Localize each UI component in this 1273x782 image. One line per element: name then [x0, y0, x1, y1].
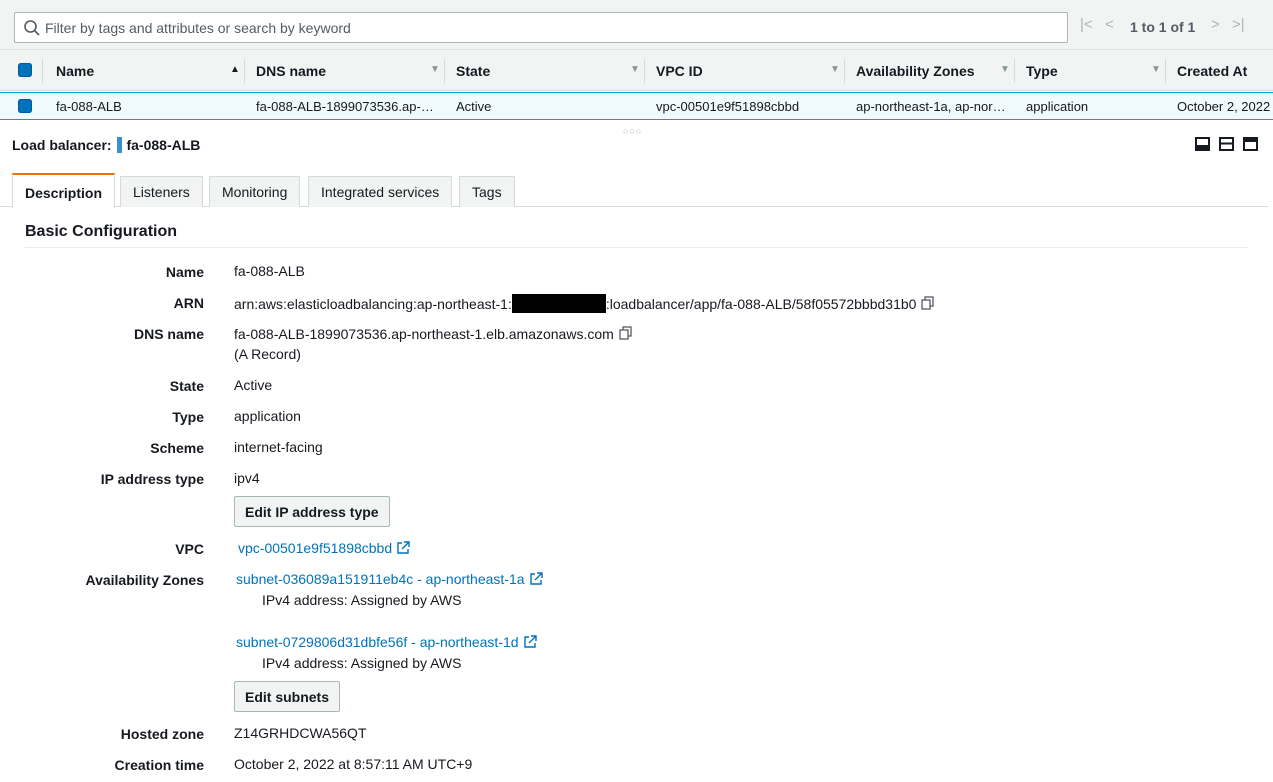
redacted-account-id	[511, 294, 606, 313]
label-hosted-zone: Hosted zone	[120, 726, 204, 742]
section-title: Basic Configuration	[25, 223, 178, 240]
layout-split-icon[interactable]	[1219, 137, 1234, 151]
sort-caret-icon[interactable]: ▼	[630, 64, 640, 75]
edit-subnets-button[interactable]: Edit subnets	[234, 681, 341, 712]
sort-caret-icon[interactable]: ▼	[430, 64, 440, 75]
column-divider	[444, 59, 445, 83]
tab-listeners[interactable]: Listeners	[120, 176, 203, 207]
sort-caret-icon[interactable]: ▼	[830, 64, 840, 75]
tab-monitoring[interactable]: Monitoring	[209, 176, 301, 207]
layout-top-icon[interactable]	[1243, 137, 1258, 151]
column-header-azs[interactable]: Availability Zones	[856, 63, 975, 79]
subnet-1-ip: IPv4 address: Assigned by AWS	[262, 592, 462, 608]
column-header-type[interactable]: Type	[1026, 63, 1058, 79]
label-dns: DNS name	[133, 326, 204, 342]
value-ip-type: ipv4	[234, 470, 260, 486]
layout-bottom-icon[interactable]	[1195, 137, 1210, 151]
value-dns: fa-088-ALB-1899073536.ap-northeast-1.elb…	[234, 325, 634, 342]
tab-tags[interactable]: Tags	[459, 176, 515, 207]
column-divider	[244, 59, 245, 83]
column-header-dns[interactable]: DNS name	[256, 63, 326, 79]
column-divider	[844, 59, 845, 83]
column-header-vpc[interactable]: VPC ID	[656, 63, 703, 79]
detail-tabs: Description Listeners Monitoring Integra…	[0, 172, 1268, 208]
cell-vpc: vpc-00501e9f51898cbbd	[656, 99, 800, 114]
sort-ascending-icon[interactable]: ▲	[230, 64, 240, 75]
edit-ip-address-type-button[interactable]: Edit IP address type	[234, 496, 390, 527]
detail-heading: Load balancer: fa-088-ALB	[12, 137, 200, 153]
label-name: Name	[165, 264, 204, 280]
value-type: application	[234, 408, 301, 424]
load-balancer-marker-icon	[117, 137, 123, 153]
detail-heading-name: fa-088-ALB	[126, 137, 201, 153]
label-scheme: Scheme	[150, 440, 204, 456]
cell-state: Active	[456, 99, 492, 114]
pagination-text: 1 to 1 of 1	[1130, 19, 1196, 35]
label-creation-time: Creation time	[114, 757, 204, 773]
value-subnet-2: subnet-0729806d31dbfe56f - ap-northeast-…	[236, 634, 537, 650]
column-divider	[42, 59, 43, 83]
cell-created: October 2, 2022	[1177, 99, 1271, 114]
value-subnet-1: subnet-036089a151911eb4c - ap-northeast-…	[236, 571, 543, 587]
sort-caret-icon[interactable]: ▼	[1000, 64, 1010, 75]
column-header-name[interactable]: Name	[56, 63, 94, 79]
dns-record-note: (A Record)	[234, 346, 301, 362]
column-header-state[interactable]: State	[456, 63, 490, 79]
subnet-1-link[interactable]: subnet-036089a151911eb4c - ap-northeast-…	[236, 571, 525, 587]
column-divider	[644, 59, 645, 83]
cell-dns: fa-088-ALB-1899073536.ap-…	[256, 99, 434, 114]
first-page-icon[interactable]: |<	[1080, 16, 1093, 38]
table-row[interactable]: fa-088-ALB fa-088-ALB-1899073536.ap-… Ac…	[0, 92, 1273, 120]
resize-handle[interactable]: ○○○	[623, 126, 642, 136]
value-creation-time: October 2, 2022 at 8:57:11 AM UTC+9	[234, 756, 473, 772]
prev-page-icon[interactable]: <	[1105, 16, 1114, 38]
filter-bar: |< < 1 to 1 of 1 > >|	[0, 0, 1273, 50]
value-name: fa-088-ALB	[234, 263, 305, 279]
value-arn: arn:aws:elasticloadbalancing:ap-northeas…	[234, 294, 936, 313]
copy-icon[interactable]	[618, 325, 634, 341]
label-arn: ARN	[173, 295, 204, 311]
cell-name: fa-088-ALB	[56, 99, 122, 114]
label-azs: Availability Zones	[85, 572, 204, 588]
column-header-created[interactable]: Created At	[1177, 63, 1247, 79]
tab-description[interactable]: Description	[12, 173, 116, 208]
column-divider	[1165, 59, 1166, 83]
label-type: Type	[172, 409, 204, 425]
cell-type: application	[1026, 99, 1089, 114]
table-header: Name ▲ DNS name ▼ State ▼ VPC ID ▼ Avail…	[0, 50, 1273, 91]
last-page-icon[interactable]: >|	[1232, 16, 1245, 38]
search-box[interactable]	[14, 12, 1068, 43]
value-state: Active	[234, 377, 273, 393]
value-vpc: vpc-00501e9f51898cbbd	[238, 540, 410, 556]
dns-name-text: fa-088-ALB-1899073536.ap-northeast-1.elb…	[234, 326, 614, 342]
arn-prefix: arn:aws:elasticloadbalancing:ap-northeas…	[234, 296, 512, 312]
external-link-icon[interactable]	[396, 541, 410, 555]
filter-input[interactable]	[45, 17, 1055, 39]
copy-icon[interactable]	[920, 295, 936, 311]
sort-caret-icon[interactable]: ▼	[1151, 64, 1161, 75]
select-all-checkbox[interactable]	[18, 63, 32, 77]
label-vpc: VPC	[175, 541, 204, 557]
column-divider	[1014, 59, 1015, 83]
arn-suffix: :loadbalancer/app/fa-088-ALB/58f05572bbb…	[605, 296, 917, 312]
tab-integrated-services[interactable]: Integrated services	[308, 176, 453, 207]
value-scheme: internet-facing	[234, 439, 323, 455]
detail-heading-label: Load balancer:	[12, 137, 112, 153]
external-link-icon[interactable]	[523, 635, 537, 649]
subnet-2-link[interactable]: subnet-0729806d31dbfe56f - ap-northeast-…	[236, 634, 519, 650]
label-ip-type: IP address type	[100, 471, 204, 487]
cell-azs: ap-northeast-1a, ap-nor…	[856, 99, 1006, 114]
subnet-2-ip: IPv4 address: Assigned by AWS	[262, 655, 462, 671]
search-icon	[24, 20, 40, 36]
vpc-link[interactable]: vpc-00501e9f51898cbbd	[238, 540, 392, 556]
next-page-icon[interactable]: >	[1211, 16, 1220, 38]
section-divider	[25, 247, 1248, 248]
value-hosted-zone: Z14GRHDCWA56QT	[234, 725, 367, 741]
label-state: State	[169, 378, 204, 394]
row-checkbox[interactable]	[18, 99, 32, 113]
external-link-icon[interactable]	[529, 572, 543, 586]
